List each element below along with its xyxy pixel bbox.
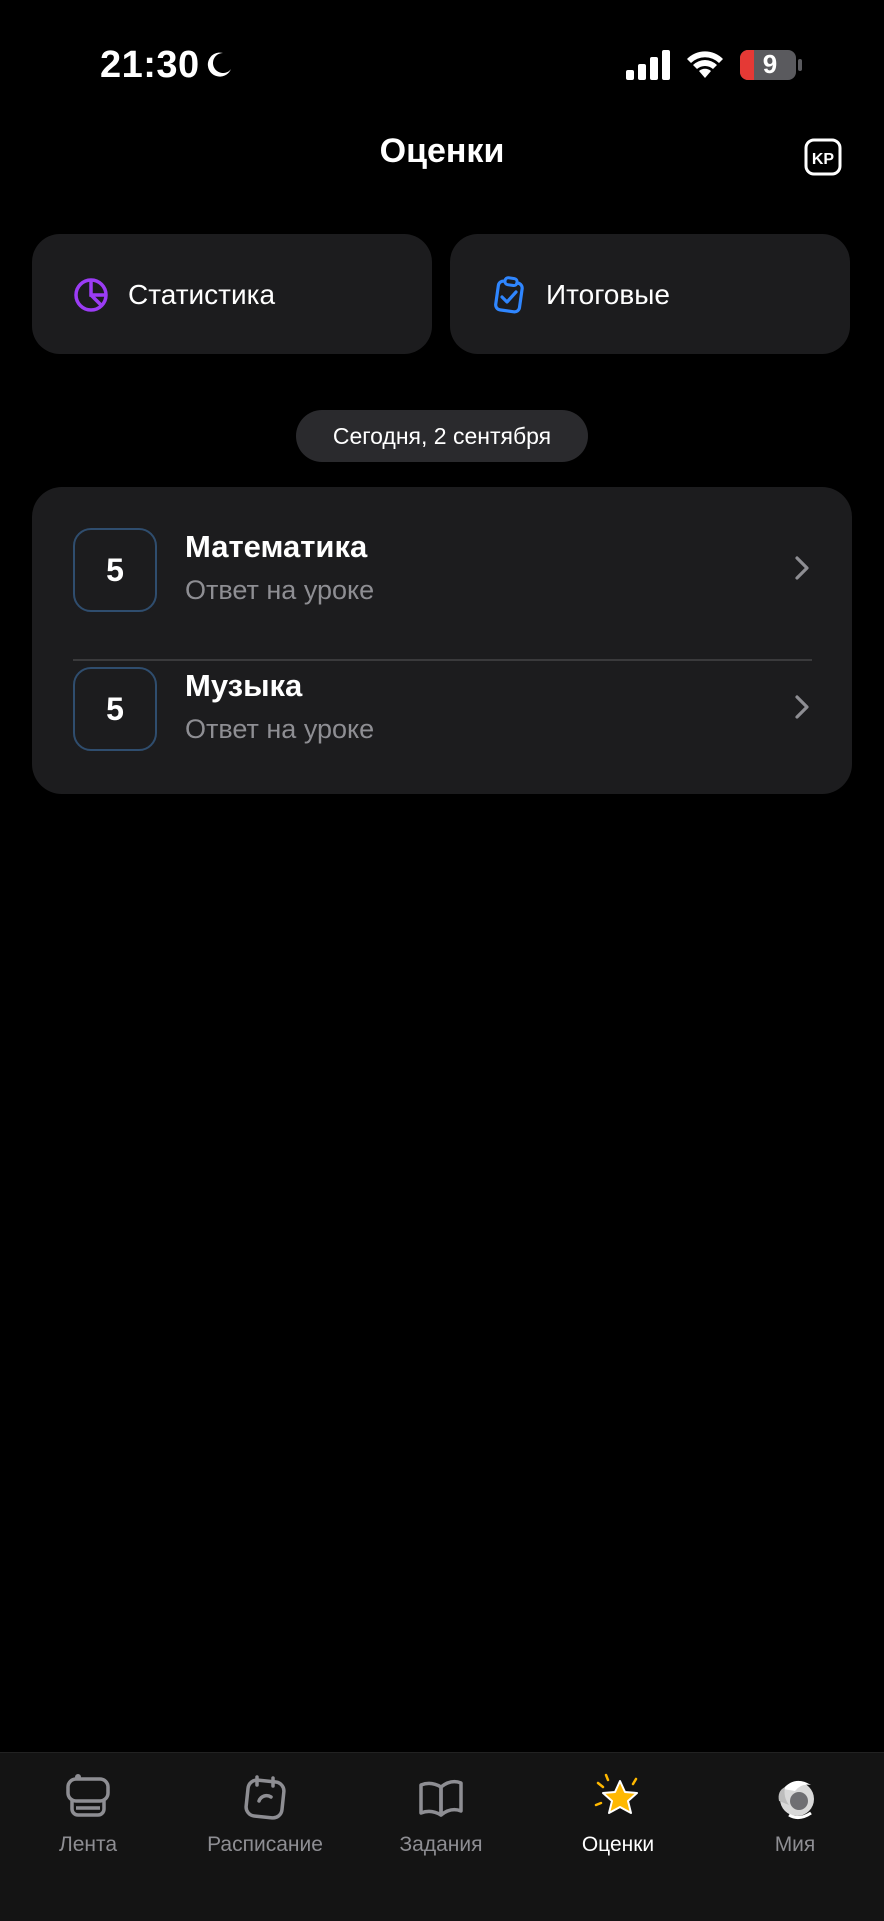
clipboard-check-icon [494, 276, 524, 314]
grade-row-math[interactable]: 5 Математика Ответ на уроке [32, 507, 852, 661]
chevron-right-icon [795, 556, 809, 580]
tab-label: Расписание [207, 1833, 323, 1856]
grade-subject: Музыка [185, 668, 303, 703]
tab-label: Лента [58, 1833, 118, 1856]
tab-label: Задания [399, 1833, 483, 1856]
mia-avatar-icon [778, 1780, 814, 1820]
date-header: Сегодня, 2 сентября [296, 410, 588, 462]
wifi-icon [687, 51, 723, 78]
chevron-right-icon [795, 695, 809, 719]
grade-type: Ответ на уроке [185, 575, 375, 605]
page-title: Оценки [379, 132, 505, 170]
star-icon [594, 1773, 638, 1814]
svg-text:KP: KP [812, 151, 835, 168]
calendar-icon [244, 1775, 286, 1820]
grades-list: 5 Математика Ответ на уроке 5 Музыка Отв… [32, 487, 852, 794]
tab-feed[interactable]: Лента [3, 1763, 173, 1873]
grade-subject: Математика [185, 529, 368, 564]
moon-icon [207, 52, 231, 77]
statistics-label: Статистика [128, 279, 276, 310]
grade-row-music[interactable]: 5 Музыка Ответ на уроке [32, 646, 852, 784]
tab-grades[interactable]: Оценки [533, 1763, 703, 1873]
battery-level: 9 [762, 49, 778, 79]
final-grades-label: Итоговые [546, 279, 670, 310]
tab-assignments[interactable]: Задания [356, 1763, 526, 1873]
feed-icon [66, 1774, 110, 1817]
grade-type: Ответ на уроке [185, 714, 375, 744]
status-time: 21:30 [100, 44, 200, 86]
tab-label: Мия [774, 1833, 816, 1856]
final-grades-button[interactable]: Итоговые [450, 234, 850, 354]
grade-value: 5 [73, 528, 157, 612]
pie-chart-icon [74, 278, 108, 312]
status-bar: 21:30 9 [0, 0, 884, 130]
tab-schedule[interactable]: Расписание [180, 1763, 350, 1873]
book-icon [419, 1779, 463, 1817]
tab-label: Оценки [581, 1833, 655, 1856]
tab-bar: Лента Расписание Задания Оценки Мия [0, 1752, 884, 1921]
kp-icon[interactable]: KP [804, 138, 842, 176]
statistics-button[interactable]: Статистика [32, 234, 432, 354]
signal-icon [626, 50, 670, 80]
tab-mia[interactable]: Мия [710, 1763, 880, 1873]
grade-value: 5 [73, 667, 157, 751]
